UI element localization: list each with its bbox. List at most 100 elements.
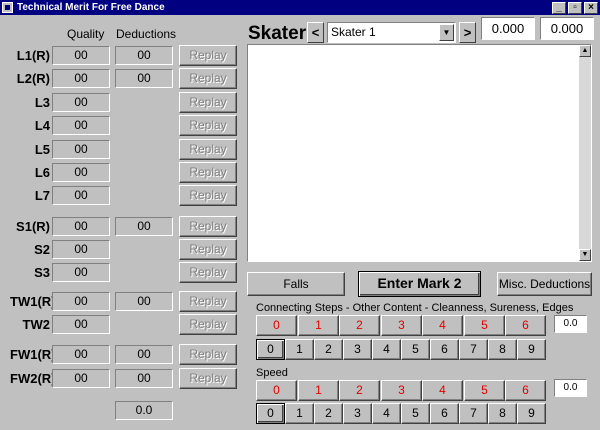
row-label: S2	[34, 242, 50, 257]
connecting-mark-button-2[interactable]: 2	[339, 315, 380, 336]
replay-button[interactable]: Replay	[179, 344, 237, 365]
quality-field[interactable]: 00	[52, 263, 110, 282]
score-field-1[interactable]: 0.000	[481, 17, 535, 40]
connecting-mark-button-1[interactable]: 1	[298, 315, 339, 336]
quality-field[interactable]: 00	[52, 163, 110, 182]
score-field-2[interactable]: 0.000	[540, 17, 594, 40]
speed-mark-button-6[interactable]: 6	[505, 380, 546, 401]
connecting-mark-button-3[interactable]: 3	[381, 315, 422, 336]
deduction-field[interactable]: 00	[115, 69, 173, 88]
next-skater-button[interactable]: >	[459, 22, 476, 43]
deduction-field[interactable]: 00	[115, 292, 173, 311]
replay-button[interactable]: Replay	[179, 92, 237, 113]
connecting-mark-button-4[interactable]: 4	[422, 315, 463, 336]
speed-mark-button-5[interactable]: 5	[464, 380, 505, 401]
replay-button[interactable]: Replay	[179, 162, 237, 183]
connecting-decimal-button-2[interactable]: 2	[314, 339, 343, 360]
skater-select[interactable]: Skater 1 ▼	[327, 22, 456, 43]
speed-decimal-button-6[interactable]: 6	[430, 403, 459, 424]
scroll-down-icon[interactable]: ▼	[579, 249, 591, 261]
replay-button[interactable]: Replay	[179, 139, 237, 160]
connecting-decimal-button-8[interactable]: 8	[488, 339, 517, 360]
replay-button[interactable]: Replay	[179, 216, 237, 237]
connecting-decimal-button-1[interactable]: 1	[285, 339, 314, 360]
replay-button[interactable]: Replay	[179, 68, 237, 89]
title-bar: Technical Merit For Free Dance _ ▫ ×	[0, 0, 600, 15]
quality-field[interactable]: 00	[52, 69, 110, 88]
replay-button[interactable]: Replay	[179, 262, 237, 283]
quality-field[interactable]: 00	[52, 93, 110, 112]
quality-field[interactable]: 00	[52, 186, 110, 205]
quality-field[interactable]: 00	[52, 345, 110, 364]
quality-field[interactable]: 00	[52, 217, 110, 236]
replay-button[interactable]: Replay	[179, 314, 237, 335]
speed-decimal-button-2[interactable]: 2	[314, 403, 343, 424]
row-label: L5	[34, 142, 50, 157]
quality-field[interactable]: 00	[52, 116, 110, 135]
replay-button[interactable]: Replay	[179, 368, 237, 389]
app-icon	[2, 2, 13, 13]
row-label: L6	[34, 165, 50, 180]
quality-field[interactable]: 00	[52, 240, 110, 259]
misc-deductions-button[interactable]: Misc. Deductions	[497, 272, 592, 296]
replay-button[interactable]: Replay	[179, 291, 237, 312]
speed-decimal-button-4[interactable]: 4	[372, 403, 401, 424]
connecting-decimal-button-0[interactable]: 0	[256, 339, 285, 360]
quality-field[interactable]: 00	[52, 315, 110, 334]
speed-decimal-button-5[interactable]: 5	[401, 403, 430, 424]
deduction-field[interactable]: 00	[115, 46, 173, 65]
speed-decimal-button-0[interactable]: 0	[256, 403, 285, 424]
connecting-decimal-button-4[interactable]: 4	[372, 339, 401, 360]
connecting-mark-button-6[interactable]: 6	[505, 315, 546, 336]
speed-mark-button-3[interactable]: 3	[381, 380, 422, 401]
deductions-header: Deductions	[116, 27, 177, 41]
close-icon[interactable]: ×	[584, 2, 598, 14]
quality-field[interactable]: 00	[52, 46, 110, 65]
row-label: FW1(R)	[10, 347, 56, 362]
quality-field[interactable]: 00	[52, 292, 110, 311]
connecting-steps-value: 0.0	[554, 315, 587, 333]
replay-button[interactable]: Replay	[179, 45, 237, 66]
restore-icon[interactable]: ▫	[568, 2, 582, 14]
row-label: TW1(R)	[10, 294, 56, 309]
vertical-scrollbar[interactable]: ▲ ▼	[579, 45, 591, 261]
row-label: TW2	[22, 317, 50, 332]
speed-decimal-button-3[interactable]: 3	[343, 403, 372, 424]
speed-mark-button-4[interactable]: 4	[422, 380, 463, 401]
deduction-field[interactable]: 00	[115, 345, 173, 364]
replay-button[interactable]: Replay	[179, 185, 237, 206]
quality-header: Quality	[67, 27, 105, 41]
speed-mark-button-2[interactable]: 2	[339, 380, 380, 401]
speed-decimal-button-7[interactable]: 7	[459, 403, 488, 424]
speed-decimal-button-9[interactable]: 9	[517, 403, 546, 424]
dropdown-arrow-icon[interactable]: ▼	[439, 24, 454, 41]
quality-field[interactable]: 00	[52, 140, 110, 159]
connecting-mark-button-5[interactable]: 5	[464, 315, 505, 336]
connecting-mark-button-0[interactable]: 0	[256, 315, 297, 336]
falls-button[interactable]: Falls	[247, 272, 345, 296]
minimize-icon[interactable]: _	[552, 2, 566, 14]
speed-mark-button-0[interactable]: 0	[256, 380, 297, 401]
connecting-decimal-button-9[interactable]: 9	[517, 339, 546, 360]
notes-textarea[interactable]: ▲ ▼	[247, 44, 592, 262]
deduction-field[interactable]: 00	[115, 369, 173, 388]
speed-label: Speed	[256, 367, 288, 379]
connecting-decimal-button-3[interactable]: 3	[343, 339, 372, 360]
previous-skater-button[interactable]: <	[307, 22, 324, 43]
speed-mark-button-1[interactable]: 1	[298, 380, 339, 401]
replay-button[interactable]: Replay	[179, 115, 237, 136]
row-label: FW2(R)	[10, 371, 56, 386]
scroll-up-icon[interactable]: ▲	[579, 45, 591, 57]
replay-button[interactable]: Replay	[179, 239, 237, 260]
speed-value: 0.0	[554, 379, 587, 397]
quality-field[interactable]: 00	[52, 369, 110, 388]
total-deduction-field: 0.0	[115, 401, 173, 420]
connecting-decimal-button-7[interactable]: 7	[459, 339, 488, 360]
connecting-decimal-button-5[interactable]: 5	[401, 339, 430, 360]
connecting-steps-label: Connecting Steps - Other Content - Clean…	[256, 302, 574, 314]
connecting-decimal-button-6[interactable]: 6	[430, 339, 459, 360]
deduction-field[interactable]: 00	[115, 217, 173, 236]
speed-decimal-button-8[interactable]: 8	[488, 403, 517, 424]
enter-mark-button[interactable]: Enter Mark 2	[358, 271, 481, 297]
speed-decimal-button-1[interactable]: 1	[285, 403, 314, 424]
